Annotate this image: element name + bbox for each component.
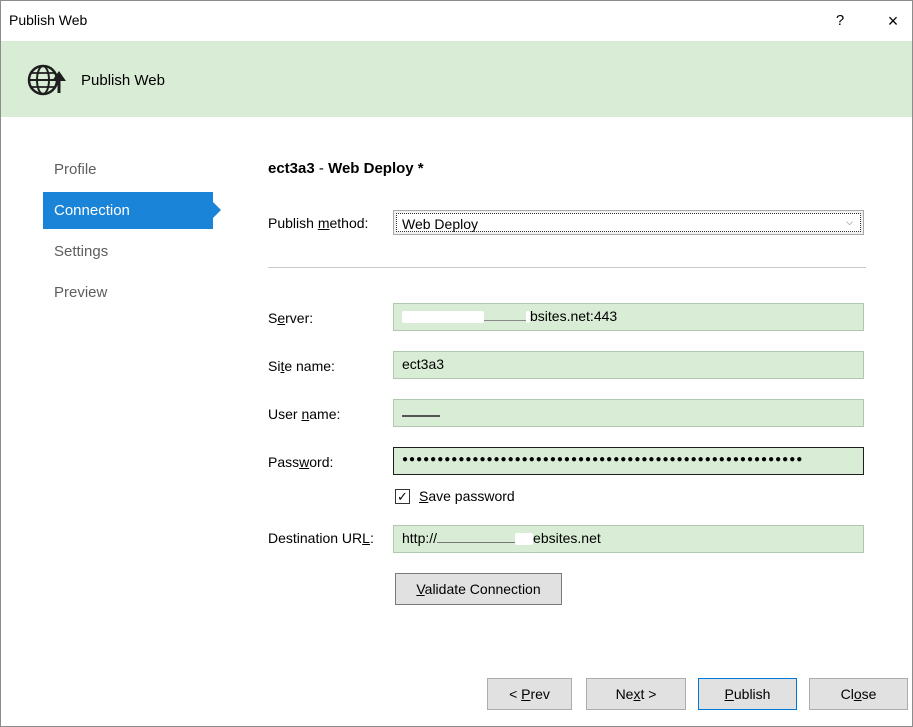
title-bar: Publish Web ? × xyxy=(1,1,912,41)
destination-url-label: Destination URL: xyxy=(268,530,374,546)
section-divider xyxy=(268,267,866,268)
password-input[interactable]: ●●●●●●●●●●●●●●●●●●●●●●●●●●●●●●●●●●●●●●●●… xyxy=(393,447,864,475)
redacted-text xyxy=(402,311,484,324)
server-value: bsites.net:443 xyxy=(530,308,618,324)
profile-name: ect3a3 xyxy=(268,160,315,177)
nav-item-connection[interactable]: Connection xyxy=(43,192,221,229)
banner-title: Publish Web xyxy=(81,72,165,89)
publish-method-label: Publish method: xyxy=(268,215,369,231)
profile-heading: ect3a3 - Web Deploy * xyxy=(268,160,424,177)
password-value: ●●●●●●●●●●●●●●●●●●●●●●●●●●●●●●●●●●●●●●●●… xyxy=(402,454,804,465)
site-name-value: ect3a3 xyxy=(402,356,445,372)
publish-button[interactable]: Publish xyxy=(698,678,797,710)
chevron-down-icon: ⌵ xyxy=(846,217,853,227)
server-label: Server: xyxy=(268,310,314,326)
help-button[interactable]: ? xyxy=(827,8,853,34)
publish-method-value: Web Deploy xyxy=(402,216,479,232)
validate-connection-button[interactable]: Validate Connection xyxy=(395,573,562,605)
next-button[interactable]: Next > xyxy=(586,678,686,710)
nav-item-preview[interactable]: Preview xyxy=(43,274,213,311)
site-name-input[interactable]: ect3a3 xyxy=(393,351,864,379)
server-input[interactable]: bsites.net:443 xyxy=(393,303,864,331)
redacted-text xyxy=(402,407,440,417)
profile-type: Web Deploy * xyxy=(328,160,424,177)
user-name-input[interactable] xyxy=(393,399,864,427)
password-label: Password: xyxy=(268,454,334,470)
header-banner: Publish Web xyxy=(1,41,912,117)
close-window-button[interactable]: × xyxy=(880,8,906,34)
destination-url-suffix: ebsites.net xyxy=(533,530,601,546)
save-password-label[interactable]: Save password xyxy=(419,488,515,504)
publish-web-dialog: Publish Web ? × Publish Web Profile Conn… xyxy=(0,0,913,727)
nav-item-profile[interactable]: Profile xyxy=(43,151,213,188)
publish-method-select[interactable]: Web Deploy ⌵ xyxy=(393,210,864,235)
window-title: Publish Web xyxy=(9,12,88,28)
save-password-checkbox[interactable]: ✓ xyxy=(395,489,410,504)
heading-separator: - xyxy=(314,160,329,177)
globe-publish-icon xyxy=(27,64,66,96)
user-name-label: User name: xyxy=(268,406,341,422)
destination-url-prefix: http:// xyxy=(402,530,438,546)
prev-button[interactable]: < Prev xyxy=(487,678,572,710)
site-name-label: Site name: xyxy=(268,358,335,374)
redacted-text xyxy=(437,533,516,543)
nav-item-settings[interactable]: Settings xyxy=(43,233,213,270)
close-button[interactable]: Close xyxy=(809,678,908,710)
destination-url-input[interactable]: http:// ebsites.net xyxy=(393,525,864,553)
